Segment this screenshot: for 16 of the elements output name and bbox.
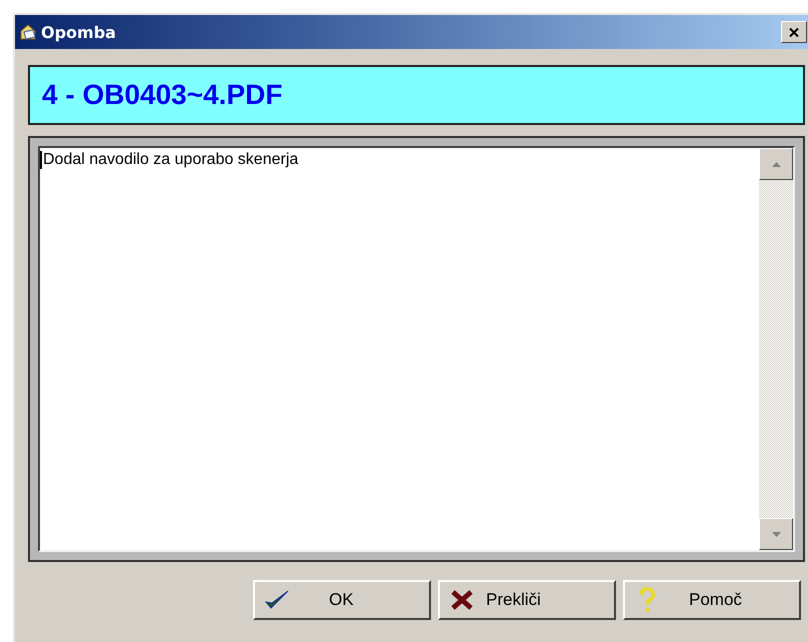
ok-button[interactable]: OK <box>253 580 431 620</box>
help-button[interactable]: Pomoč <box>623 580 801 620</box>
cancel-button[interactable]: Prekliči <box>438 580 616 620</box>
close-icon <box>789 28 799 36</box>
file-name: 4 - OB0403~4.PDF <box>42 79 282 111</box>
checkmark-icon <box>265 589 289 611</box>
down-arrow-icon <box>772 532 780 536</box>
up-arrow-icon <box>772 162 780 166</box>
window-title: Opomba <box>41 22 117 42</box>
scrollbar[interactable] <box>759 148 793 550</box>
note-field[interactable]: Dodal navodilo za uporabo skenerja <box>38 146 795 552</box>
envelope-icon <box>19 23 37 41</box>
cross-icon <box>450 589 474 611</box>
scroll-up-button[interactable] <box>759 148 793 180</box>
close-button[interactable] <box>781 21 807 43</box>
scroll-down-button[interactable] <box>759 518 793 550</box>
